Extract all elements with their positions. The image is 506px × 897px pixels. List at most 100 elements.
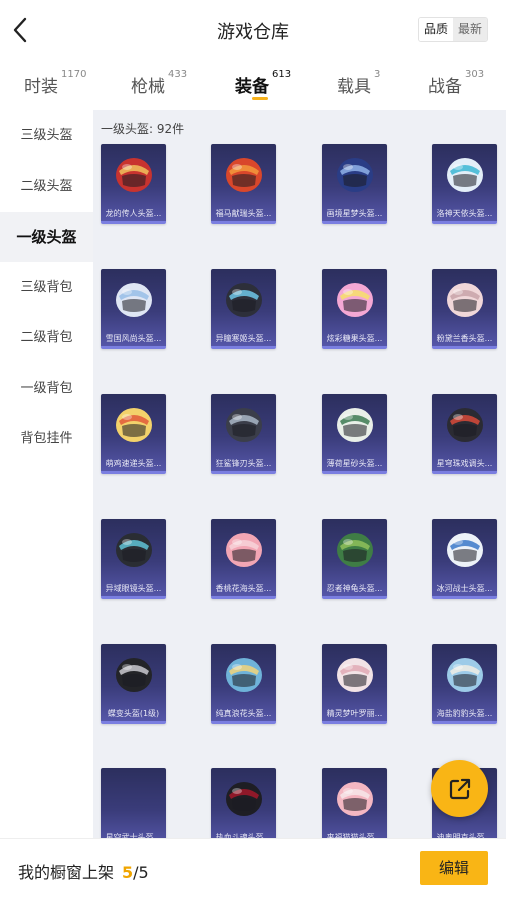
tab-fashion[interactable]: 时装1170 <box>24 69 87 97</box>
tab-count: 3 <box>374 69 381 80</box>
share-external-icon <box>449 778 470 799</box>
item-card[interactable]: 福马献瑞头盔... <box>211 144 276 224</box>
showcase-total-count: /5 <box>133 863 149 882</box>
tab-weapons[interactable]: 枪械433 <box>131 69 188 97</box>
helmet-icon <box>447 408 483 442</box>
sidebar-item-level3-backpack[interactable]: 三级背包 <box>0 263 93 313</box>
helmet-icon <box>226 782 262 816</box>
helmet-icon <box>447 533 483 567</box>
item-card[interactable]: 热血斗魂头盔... <box>211 768 276 838</box>
sidebar-item-level2-backpack[interactable]: 二级背包 <box>0 313 93 363</box>
helmet-icon <box>337 782 373 816</box>
item-name: 龙的传人头盔... <box>105 209 162 218</box>
helmet-icon <box>447 158 483 192</box>
item-card[interactable]: 蝶变头盔(1级) <box>101 644 166 724</box>
item-card[interactable]: 龙的传人头盔... <box>101 144 166 224</box>
tab-count: 303 <box>465 69 485 80</box>
item-card[interactable]: 薄荷星砂头盔... <box>322 394 387 474</box>
item-card[interactable]: 冰河战士头盔... <box>432 519 497 599</box>
category-tabs: 时装1170 枪械433 装备613 载具3 战备303 <box>0 62 506 108</box>
item-name: 洛神天依头盔... <box>436 209 493 218</box>
item-name: 异瞳寒姬头盔... <box>215 334 272 343</box>
item-card[interactable]: 星穹珠戏调头... <box>432 394 497 474</box>
sidebar-item-level1-backpack[interactable]: 一级背包 <box>0 364 93 414</box>
showcase-label: 我的橱窗上架 <box>18 863 115 882</box>
helmet-icon <box>116 158 152 192</box>
item-name: 画境星梦头盔... <box>326 209 383 218</box>
helmet-icon <box>337 658 373 692</box>
item-card[interactable]: 画境星梦头盔... <box>322 144 387 224</box>
item-card[interactable]: 雪国风尚头盔... <box>101 269 166 349</box>
item-card[interactable]: 星空武士头盔... <box>101 768 166 838</box>
tab-vehicles[interactable]: 载具3 <box>337 69 381 97</box>
helmet-icon <box>226 408 262 442</box>
helmet-icon <box>337 533 373 567</box>
item-name: 忍者神龟头盔... <box>326 584 383 593</box>
tab-label: 时装 <box>24 77 58 97</box>
sort-quality-button[interactable]: 品质 <box>418 18 453 41</box>
sidebar-item-level3-helmet[interactable]: 三级头盔 <box>0 111 93 161</box>
item-name: 狂鲨锋刃头盔... <box>215 459 272 468</box>
item-name: 香桃花海头盔... <box>215 584 272 593</box>
tab-label: 载具 <box>337 77 371 97</box>
item-card[interactable]: 萌鸡速递头盔... <box>101 394 166 474</box>
tab-equipment[interactable]: 装备613 <box>235 69 292 97</box>
helmet-icon <box>337 283 373 317</box>
item-card[interactable]: 海盐豹豹头盔... <box>432 644 497 724</box>
item-card[interactable]: 炫彩糖果头盔... <box>322 269 387 349</box>
header: 游戏仓库 品质 最新 <box>0 0 506 60</box>
item-name: 粉黛兰香头盔... <box>436 334 493 343</box>
item-card[interactable]: 精灵梦叶罗丽... <box>322 644 387 724</box>
item-card[interactable]: 洛神天依头盔... <box>432 144 497 224</box>
item-card[interactable]: 香桃花海头盔... <box>211 519 276 599</box>
sort-newest-button[interactable]: 最新 <box>452 18 487 41</box>
item-name: 福马献瑞头盔... <box>215 209 272 218</box>
tab-count: 1170 <box>61 69 87 80</box>
helmet-icon <box>337 158 373 192</box>
showcase-status: 我的橱窗上架 5/5 <box>18 859 149 883</box>
tab-supplies[interactable]: 战备303 <box>428 69 485 97</box>
helmet-icon <box>226 283 262 317</box>
item-name: 精灵梦叶罗丽... <box>326 709 383 718</box>
tab-count: 613 <box>272 69 292 80</box>
helmet-icon <box>447 658 483 692</box>
item-count-label: 一级头盔: 92件 <box>101 122 185 136</box>
tab-label: 装备 <box>235 77 269 97</box>
share-button[interactable] <box>431 760 488 817</box>
item-name: 冰河战士头盔... <box>436 584 493 593</box>
item-card[interactable]: 狂鲨锋刃头盔... <box>211 394 276 474</box>
tab-count: 433 <box>168 69 188 80</box>
footer-bar: 我的橱窗上架 5/5 编辑 <box>0 838 506 897</box>
item-name: 异域眼镜头盔... <box>105 584 162 593</box>
edit-button[interactable]: 编辑 <box>420 851 488 885</box>
item-card[interactable]: 来福猫猫头盔... <box>322 768 387 838</box>
item-name: 海盐豹豹头盔... <box>436 709 493 718</box>
item-name: 纯真浪花头盔... <box>215 709 272 718</box>
sidebar: 三级头盔 二级头盔 一级头盔 三级背包 二级背包 一级背包 背包挂件 <box>0 110 93 838</box>
item-card[interactable]: 忍者神龟头盔... <box>322 519 387 599</box>
helmet-icon <box>447 283 483 317</box>
helmet-icon <box>116 408 152 442</box>
item-card[interactable]: 异域眼镜头盔... <box>101 519 166 599</box>
helmet-icon <box>226 533 262 567</box>
item-name: 雪国风尚头盔... <box>105 334 162 343</box>
item-name: 星穹珠戏调头... <box>436 459 493 468</box>
item-name: 薄荷星砂头盔... <box>326 459 383 468</box>
sidebar-item-level1-helmet[interactable]: 一级头盔 <box>0 212 93 262</box>
sidebar-item-backpack-charm[interactable]: 背包挂件 <box>0 414 93 464</box>
item-name: 炫彩糖果头盔... <box>326 334 383 343</box>
sidebar-item-level2-helmet[interactable]: 二级头盔 <box>0 162 93 212</box>
showcase-current-count: 5 <box>122 863 134 882</box>
item-card[interactable]: 异瞳寒姬头盔... <box>211 269 276 349</box>
helmet-icon <box>116 533 152 567</box>
helmet-icon <box>337 408 373 442</box>
helmet-icon <box>116 658 152 692</box>
item-name: 萌鸡速递头盔... <box>105 459 162 468</box>
item-name: 蝶变头盔(1级) <box>107 709 160 718</box>
item-grid-panel: 一级头盔: 92件 龙的传人头盔... 福马献瑞头盔... 画境星梦头盔... 洛神天… <box>93 110 506 838</box>
tab-label: 枪械 <box>131 77 165 97</box>
item-card[interactable]: 粉黛兰香头盔... <box>432 269 497 349</box>
item-card[interactable]: 纯真浪花头盔... <box>211 644 276 724</box>
helmet-icon <box>226 658 262 692</box>
sort-toggle: 品质 最新 <box>417 17 488 42</box>
